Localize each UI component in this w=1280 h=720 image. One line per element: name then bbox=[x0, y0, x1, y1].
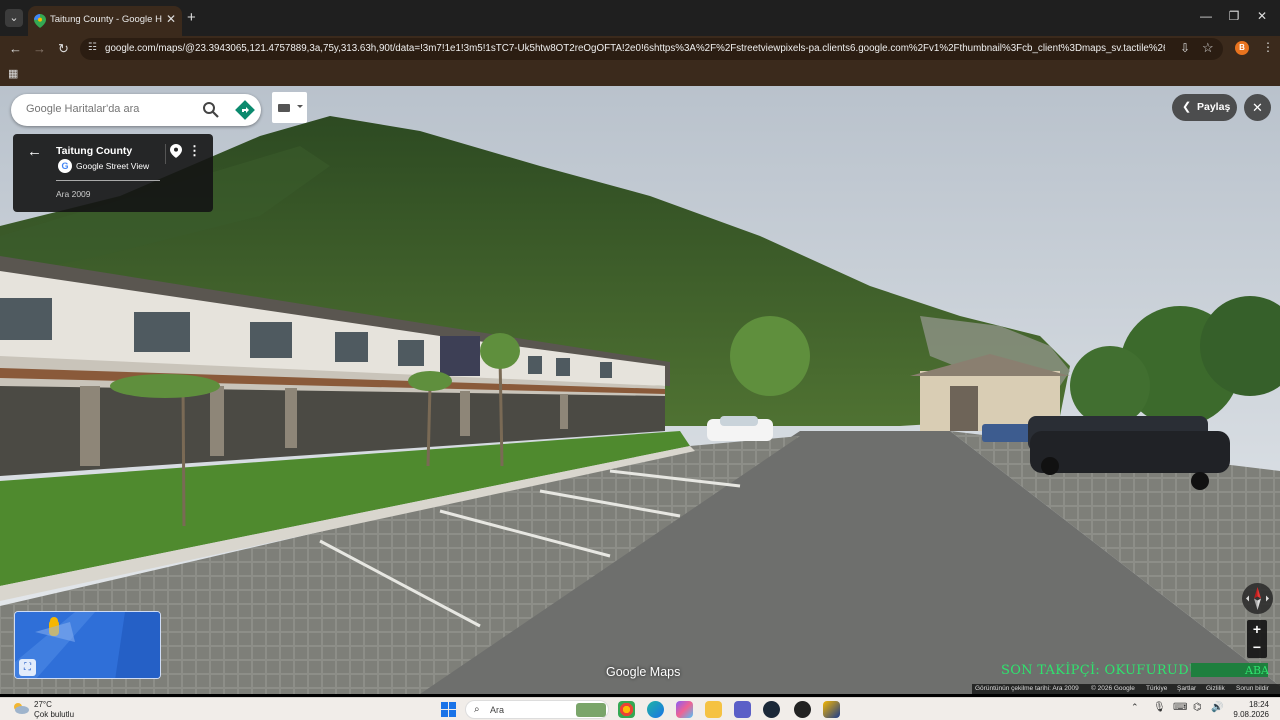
minimap[interactable]: ⛶ bbox=[14, 611, 161, 679]
new-tab-button[interactable]: + bbox=[187, 9, 196, 27]
clock-date[interactable]: 9.08.2026 bbox=[1227, 710, 1269, 719]
cloudy-weather-icon[interactable] bbox=[12, 702, 29, 714]
location-pin-icon[interactable] bbox=[170, 144, 182, 158]
close-tab-icon[interactable]: ✕ bbox=[166, 12, 176, 26]
tab-search-button[interactable]: ⌄ bbox=[5, 9, 23, 27]
browser-menu-icon[interactable]: ⋮ bbox=[1262, 40, 1274, 54]
privacy-link[interactable]: Gizlilik bbox=[1206, 685, 1225, 692]
google-logo-icon: G bbox=[58, 159, 72, 173]
browser-toolbar: ← → ↻ ☷ google.com/maps/@23.3943065,121.… bbox=[0, 36, 1280, 62]
stream-overlay-bar: ABA bbox=[1191, 663, 1269, 677]
share-label: Paylaş bbox=[1197, 101, 1231, 113]
taskbar-search[interactable]: ⌕ Ara bbox=[465, 700, 609, 719]
volume-icon[interactable]: 🔊 bbox=[1211, 702, 1223, 713]
weather-description[interactable]: Çok bulutlu bbox=[34, 710, 74, 719]
profile-avatar[interactable]: B bbox=[1235, 41, 1249, 55]
minimize-window-icon[interactable]: — bbox=[1196, 9, 1216, 23]
keyboard-icon bbox=[278, 104, 303, 112]
apps-grid-icon[interactable]: ▦ bbox=[8, 67, 18, 80]
directions-icon[interactable] bbox=[235, 100, 255, 120]
compass-needle-icon bbox=[1246, 587, 1269, 610]
tab-strip: ⌄ Taitung County - Google Haritalar ✕ + … bbox=[0, 0, 1280, 36]
tab-title: Taitung County - Google Haritalar bbox=[50, 14, 162, 25]
street-view-info-card: ← Taitung County G Google Street View Ar… bbox=[13, 134, 213, 212]
reload-icon[interactable]: ↻ bbox=[58, 41, 69, 57]
url-text[interactable]: google.com/maps/@23.3943065,121.4757889,… bbox=[105, 43, 1165, 54]
divider bbox=[56, 180, 160, 181]
bookmarks-bar: ▦ bbox=[0, 62, 1280, 86]
report-problem-link[interactable]: Sorun bildir bbox=[1236, 685, 1269, 692]
edge-icon[interactable] bbox=[647, 701, 664, 718]
file-explorer-icon[interactable] bbox=[705, 701, 722, 718]
install-app-icon[interactable]: ⇩ bbox=[1180, 41, 1190, 55]
taskbar-search-label: Ara bbox=[490, 705, 505, 715]
terms-link[interactable]: Şartlar bbox=[1177, 685, 1196, 692]
stream-overlay-tail: ABA bbox=[1245, 664, 1269, 677]
back-arrow-icon[interactable]: ← bbox=[27, 143, 42, 160]
maps-search-box bbox=[11, 94, 261, 126]
place-title: Taitung County bbox=[56, 145, 133, 157]
clock-time[interactable]: 18:24 bbox=[1239, 700, 1269, 709]
show-hidden-icons-icon[interactable]: ⌃ bbox=[1131, 702, 1139, 713]
zoom-out-button[interactable]: − bbox=[1247, 639, 1267, 658]
windows-taskbar: 27°C Çok bulutlu ⌕ Ara ⌃ 🎙 ⌨ ⌬ 🔊 18:24 9… bbox=[0, 697, 1280, 720]
bookmark-star-icon[interactable]: ☆ bbox=[1202, 40, 1214, 56]
windows-start-icon[interactable] bbox=[441, 702, 456, 717]
microphone-icon[interactable]: 🎙 bbox=[1153, 702, 1166, 713]
capture-date-attribution: Görüntünün çekilme tarihi: Ara 2009 bbox=[975, 685, 1079, 692]
minimap-image bbox=[15, 612, 160, 678]
keyboard-layout-icon[interactable]: ⌨ bbox=[1173, 702, 1187, 713]
site-info-icon[interactable]: ☷ bbox=[88, 42, 97, 53]
copilot-icon[interactable] bbox=[676, 701, 693, 718]
country-link[interactable]: Türkiye bbox=[1146, 685, 1167, 692]
attribution-bar: Görüntünün çekilme tarihi: Ara 2009 © 20… bbox=[972, 684, 1280, 694]
app-icon[interactable] bbox=[823, 701, 840, 718]
forward-icon[interactable]: → bbox=[33, 41, 46, 56]
more-options-icon[interactable]: ⋮ bbox=[188, 143, 201, 159]
maps-pin-icon bbox=[34, 14, 46, 28]
close-street-view-button[interactable]: ✕ bbox=[1244, 94, 1271, 121]
weather-temperature[interactable]: 27°C bbox=[34, 700, 52, 709]
copyright: © 2026 Google bbox=[1091, 685, 1135, 692]
share-button[interactable]: ❮ Paylaş bbox=[1172, 94, 1237, 121]
address-bar[interactable]: ☷ google.com/maps/@23.3943065,121.475788… bbox=[80, 38, 1223, 60]
search-input[interactable] bbox=[26, 103, 186, 115]
teams-icon[interactable] bbox=[734, 701, 751, 718]
capture-date[interactable]: Ara 2009 bbox=[56, 189, 91, 199]
compass-button[interactable] bbox=[1242, 583, 1273, 614]
chrome-icon[interactable] bbox=[618, 701, 635, 718]
back-icon[interactable]: ← bbox=[9, 41, 22, 56]
search-icon[interactable] bbox=[201, 100, 221, 120]
source-label: Google Street View bbox=[76, 161, 150, 171]
share-icon: ❮ bbox=[1182, 101, 1192, 113]
close-window-icon[interactable]: ✕ bbox=[1252, 9, 1272, 23]
zoom-in-button[interactable]: + bbox=[1247, 620, 1267, 639]
divider bbox=[165, 144, 166, 164]
obs-icon[interactable] bbox=[794, 701, 811, 718]
search-icon: ⌕ bbox=[474, 704, 480, 715]
keyboard-button[interactable] bbox=[272, 92, 307, 123]
google-maps-logo: Google Maps bbox=[606, 665, 681, 679]
search-highlight-image bbox=[576, 703, 606, 717]
expand-minimap-icon[interactable]: ⛶ bbox=[19, 659, 36, 676]
active-tab[interactable]: Taitung County - Google Haritalar ✕ bbox=[28, 6, 182, 36]
steam-icon[interactable] bbox=[763, 701, 780, 718]
network-icon[interactable]: ⌬ bbox=[1193, 702, 1202, 713]
restore-window-icon[interactable]: ❐ bbox=[1224, 9, 1244, 23]
